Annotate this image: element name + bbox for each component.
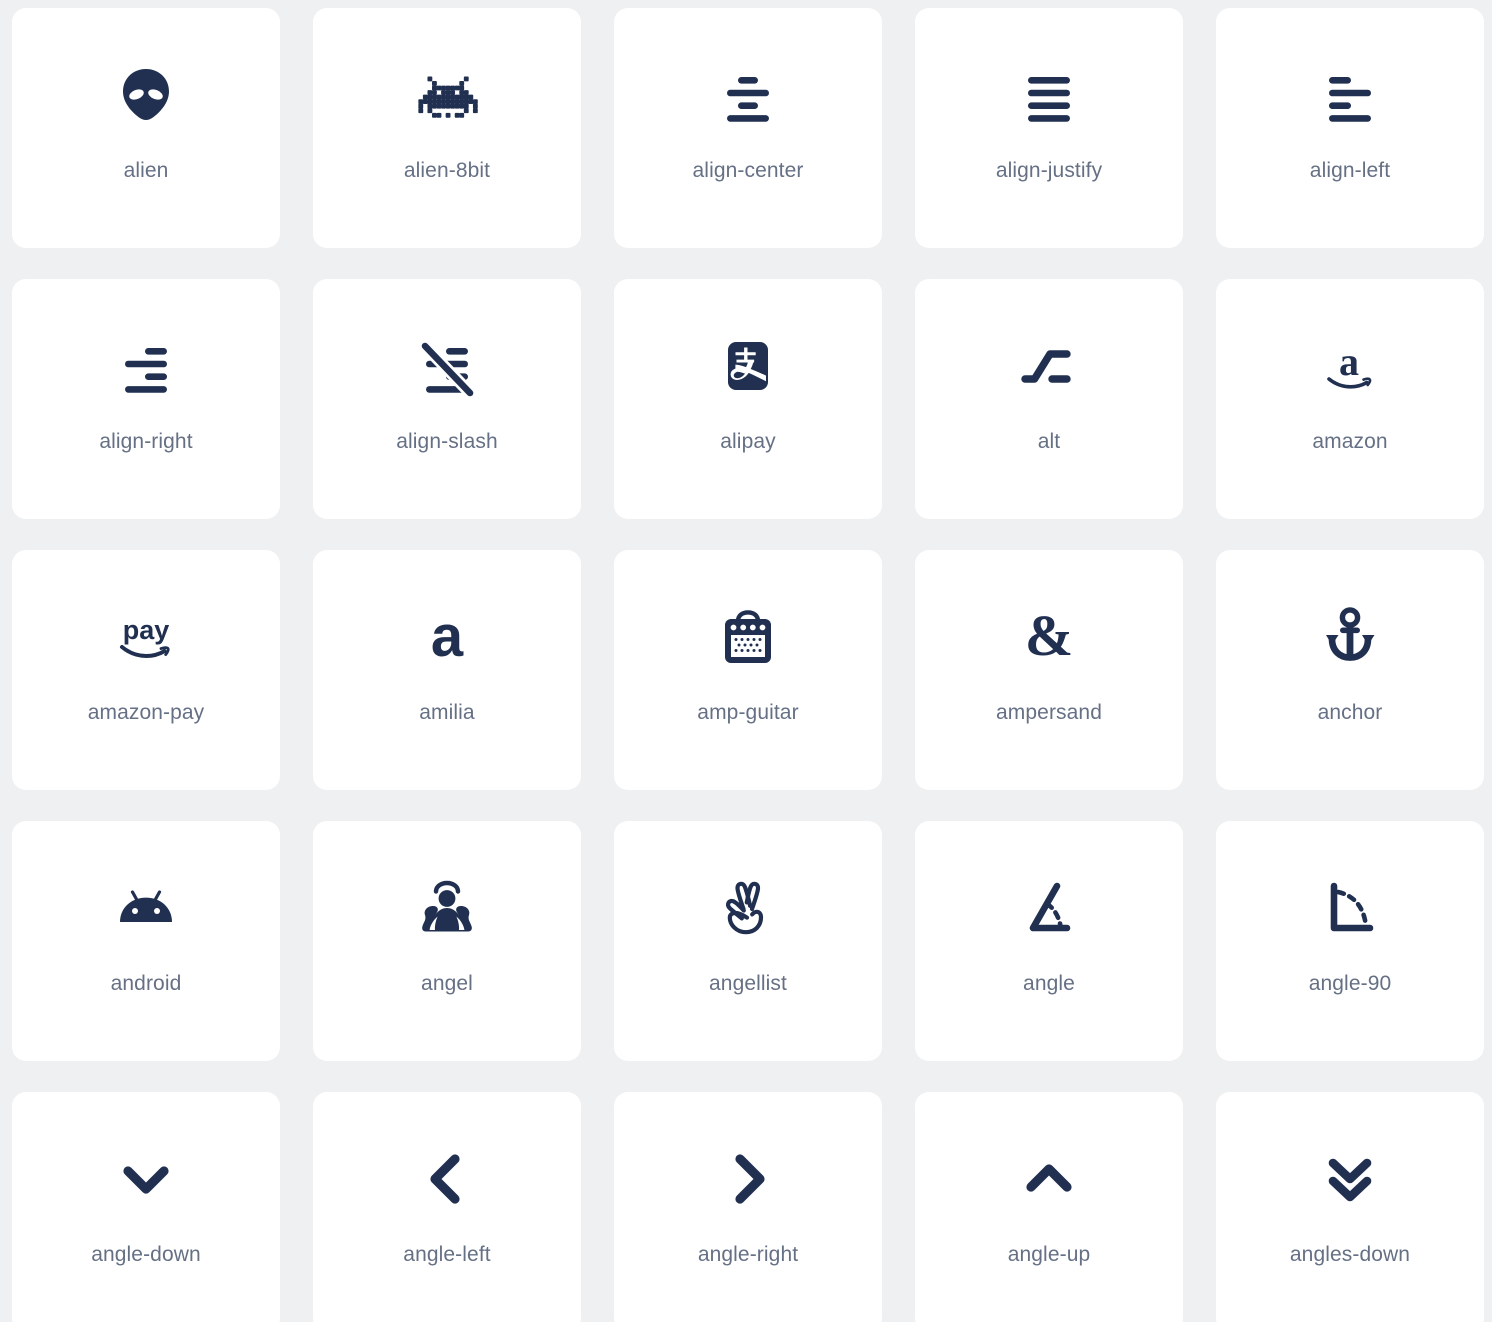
angle-up-icon	[915, 1136, 1183, 1222]
icon-card-align-center[interactable]: align-center	[614, 8, 882, 248]
icon-label: align-left	[1309, 159, 1391, 182]
icon-label: align-center	[692, 159, 804, 182]
icon-label: angel	[421, 972, 473, 995]
icon-card-angle-up[interactable]: angle-up	[915, 1092, 1183, 1322]
icon-card-align-left[interactable]: align-left	[1216, 8, 1484, 248]
icon-card-anchor[interactable]: anchor	[1216, 550, 1484, 790]
icon-gallery-grid: alien alien-8bit align-center align-justi…	[0, 0, 1492, 1322]
align-slash-icon	[313, 323, 581, 409]
align-center-icon	[614, 52, 882, 138]
icon-card-angellist[interactable]: angellist	[614, 821, 882, 1061]
svg-text:a: a	[431, 605, 464, 669]
icon-card-amazon[interactable]: a amazon	[1216, 279, 1484, 519]
icon-card-amilia[interactable]: a amilia	[313, 550, 581, 790]
icon-label: align-right	[99, 430, 193, 453]
icon-card-amp-guitar[interactable]: amp-guitar	[614, 550, 882, 790]
icon-label: amp-guitar	[697, 701, 799, 724]
icon-label: angle-left	[403, 1243, 491, 1266]
angle-90-icon	[1216, 865, 1484, 951]
alien-8bit-icon	[313, 52, 581, 138]
icon-label: alt	[1037, 430, 1061, 453]
ampersand-icon: &	[915, 594, 1183, 680]
align-left-icon	[1216, 52, 1484, 138]
icon-label: angle-right	[697, 1243, 799, 1266]
icon-label: angle-up	[1007, 1243, 1091, 1266]
align-right-icon	[12, 323, 280, 409]
icon-card-alt[interactable]: alt	[915, 279, 1183, 519]
amazon-icon: a	[1216, 323, 1484, 409]
icon-label: angles-down	[1289, 1243, 1411, 1266]
icon-label: amazon	[1312, 430, 1388, 453]
icon-card-angel[interactable]: angel	[313, 821, 581, 1061]
icon-card-angle-left[interactable]: angle-left	[313, 1092, 581, 1322]
icon-card-alien-8bit[interactable]: alien-8bit	[313, 8, 581, 248]
icon-card-angle[interactable]: angle	[915, 821, 1183, 1061]
icon-label: angle-down	[91, 1243, 201, 1266]
icon-label: amilia	[419, 701, 475, 724]
icon-label: amazon-pay	[87, 701, 205, 724]
icon-card-ampersand[interactable]: & ampersand	[915, 550, 1183, 790]
alien-icon	[12, 52, 280, 138]
svg-text:pay: pay	[123, 615, 170, 645]
icon-label: ampersand	[996, 701, 1102, 724]
android-icon	[12, 865, 280, 951]
icon-card-alien[interactable]: alien	[12, 8, 280, 248]
angles-down-icon	[1216, 1136, 1484, 1222]
icon-card-align-justify[interactable]: align-justify	[915, 8, 1183, 248]
icon-label: align-slash	[396, 430, 498, 453]
angle-left-icon	[313, 1136, 581, 1222]
icon-card-align-slash[interactable]: align-slash	[313, 279, 581, 519]
angle-down-icon	[12, 1136, 280, 1222]
icon-card-angle-right[interactable]: angle-right	[614, 1092, 882, 1322]
icon-label: alien-8bit	[403, 159, 491, 182]
align-justify-icon	[915, 52, 1183, 138]
angellist-icon	[614, 865, 882, 951]
icon-label: alipay	[720, 430, 776, 453]
icon-label: align-justify	[995, 159, 1103, 182]
angel-icon	[313, 865, 581, 951]
svg-text:a: a	[1339, 339, 1359, 384]
icon-card-angle-90[interactable]: angle-90	[1216, 821, 1484, 1061]
angle-right-icon	[614, 1136, 882, 1222]
alipay-icon	[614, 323, 882, 409]
icon-label: angellist	[709, 972, 787, 995]
icon-card-align-right[interactable]: align-right	[12, 279, 280, 519]
icon-card-angle-down[interactable]: angle-down	[12, 1092, 280, 1322]
amilia-icon: a	[313, 594, 581, 680]
alt-icon	[915, 323, 1183, 409]
icon-label: android	[110, 972, 182, 995]
anchor-icon	[1216, 594, 1484, 680]
icon-card-angles-down[interactable]: angles-down	[1216, 1092, 1484, 1322]
icon-card-android[interactable]: android	[12, 821, 280, 1061]
amazon-pay-icon: pay	[12, 594, 280, 680]
icon-label: anchor	[1317, 701, 1383, 724]
icon-label: angle	[1023, 972, 1075, 995]
svg-text:&: &	[1025, 605, 1073, 668]
icon-card-amazon-pay[interactable]: pay amazon-pay	[12, 550, 280, 790]
icon-card-alipay[interactable]: alipay	[614, 279, 882, 519]
icon-label: alien	[123, 159, 169, 182]
angle-icon	[915, 865, 1183, 951]
amp-guitar-icon	[614, 594, 882, 680]
icon-label: angle-90	[1308, 972, 1392, 995]
